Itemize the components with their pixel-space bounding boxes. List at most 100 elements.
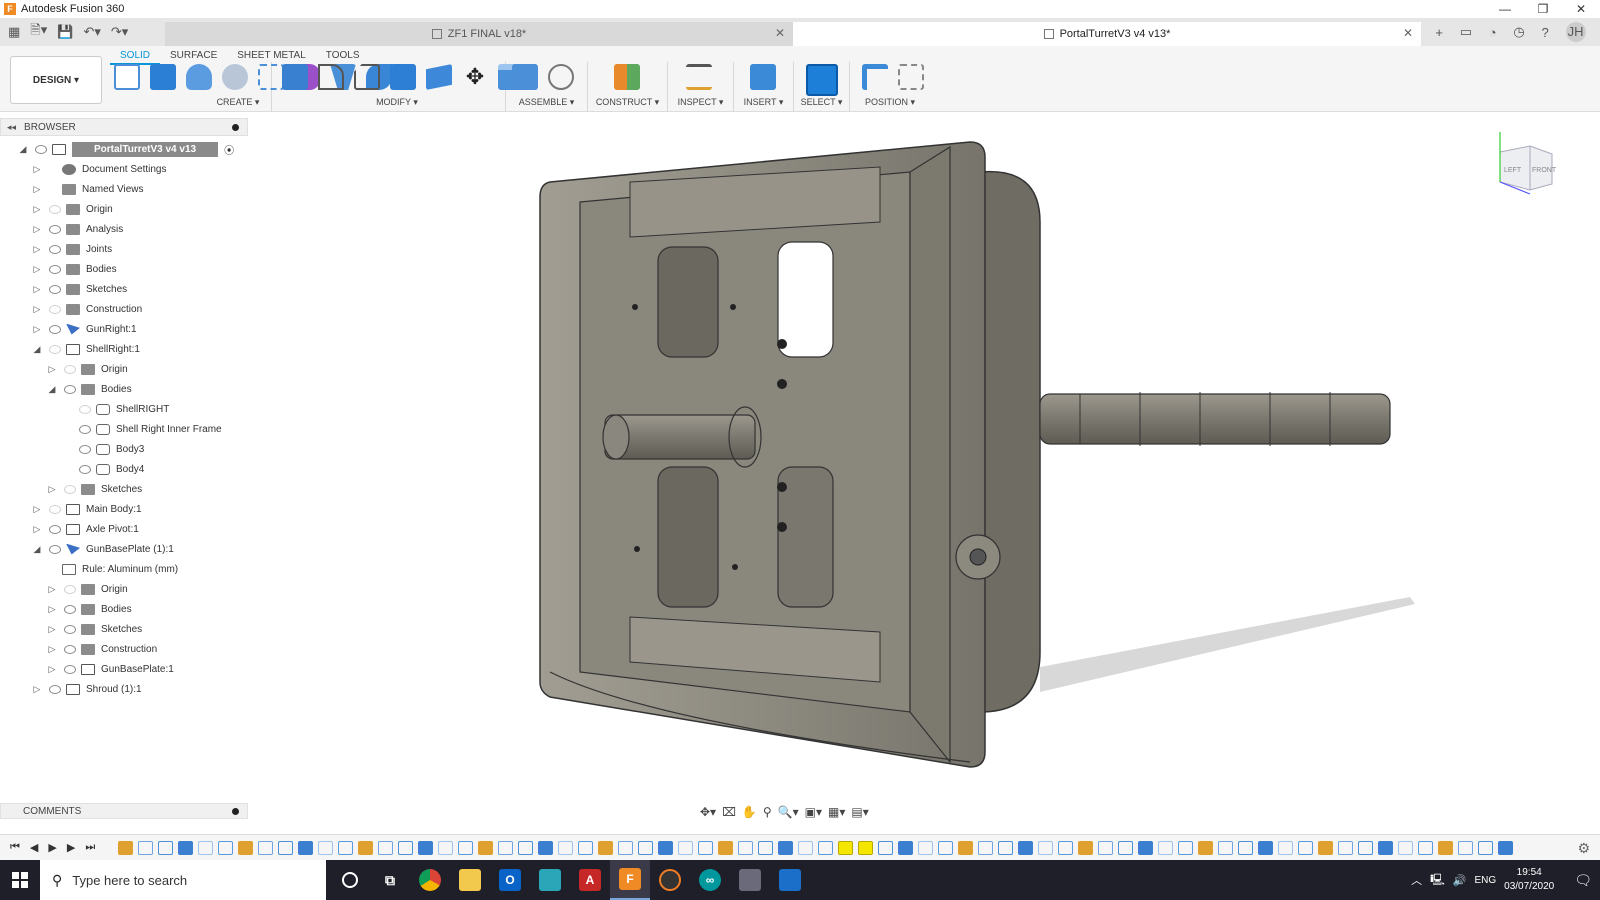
timeline-feature-icon[interactable] (1258, 840, 1273, 855)
visibility-eye-icon[interactable] (48, 284, 62, 294)
visibility-eye-icon[interactable] (63, 484, 77, 494)
tree-item[interactable]: ▷ GunBasePlate:1 (45, 660, 174, 678)
inspect-menu[interactable]: INSPECT ▾ (668, 97, 733, 108)
visibility-eye-icon[interactable] (63, 584, 77, 594)
timeline-feature-icon[interactable] (218, 840, 233, 855)
activate-radio-icon[interactable]: ⦿ (224, 142, 234, 157)
measure-icon[interactable] (686, 64, 712, 90)
timeline-feature-icon[interactable] (778, 840, 793, 855)
timeline-feature-icon[interactable] (298, 840, 313, 855)
tab-close-icon[interactable]: ✕ (775, 26, 785, 40)
file-menu-icon[interactable]: 🗎▾ (30, 21, 47, 43)
tree-item[interactable]: ▷ Bodies (45, 600, 132, 618)
windows-start-icon[interactable] (0, 860, 40, 900)
fillet-icon[interactable] (318, 64, 344, 90)
taskbar-search-box[interactable]: ⚲ Type here to search (40, 860, 326, 900)
collapse-browser-icon[interactable]: ◂◂ (7, 122, 16, 133)
timeline-feature-icon[interactable] (378, 840, 393, 855)
collapsed-triangle-icon[interactable]: ▷ (30, 224, 44, 235)
select-cursor-icon[interactable] (806, 64, 838, 96)
capture-position-icon[interactable] (862, 64, 888, 90)
revolve-icon[interactable] (186, 64, 212, 90)
orbit-icon[interactable]: ✥▾ (700, 805, 716, 819)
visibility-eye-icon[interactable] (63, 624, 77, 634)
tree-item[interactable]: ◢ Bodies (45, 380, 132, 398)
tray-overflow-icon[interactable]: ︿ (1411, 872, 1422, 888)
notifications-icon[interactable]: ▭ (1460, 24, 1472, 40)
visibility-eye-icon[interactable] (48, 504, 62, 514)
collapsed-triangle-icon[interactable]: ▷ (45, 644, 59, 655)
language-indicator[interactable]: ENG (1474, 875, 1496, 886)
go-to-end-icon[interactable]: ⏭ (85, 841, 95, 854)
timeline-feature-icon[interactable] (178, 840, 193, 855)
timeline-feature-icon[interactable] (1118, 840, 1133, 855)
tree-item[interactable]: ▷ Construction (45, 640, 157, 658)
collapsed-triangle-icon[interactable]: ▷ (30, 164, 44, 175)
timeline-feature-icon[interactable] (1198, 840, 1213, 855)
timeline-feature-icon[interactable] (1098, 840, 1113, 855)
tree-item[interactable]: ShellRIGHT (60, 400, 169, 418)
chrome-icon[interactable] (410, 860, 450, 900)
timeline-feature-icon[interactable] (758, 840, 773, 855)
collapsed-triangle-icon[interactable]: ▷ (30, 284, 44, 295)
visibility-eye-icon[interactable] (78, 464, 92, 474)
tab-portal-turret[interactable]: PortalTurretV3 v4 v13* ✕ (793, 22, 1421, 46)
timeline-feature-icon[interactable] (898, 840, 913, 855)
visibility-eye-icon[interactable] (48, 204, 62, 214)
outlook-icon[interactable]: O (490, 860, 530, 900)
timeline-feature-icon[interactable] (1158, 840, 1173, 855)
tree-item[interactable]: ▷ Construction (30, 300, 142, 318)
step-forward-icon[interactable]: ▶ (67, 841, 75, 854)
browser-pin-icon[interactable] (232, 124, 239, 131)
timeline-feature-icon[interactable] (578, 840, 593, 855)
clock-history-icon[interactable]: ◷ (1513, 24, 1524, 40)
timeline-feature-icon[interactable] (1178, 840, 1193, 855)
timeline-feature-icon[interactable] (878, 840, 893, 855)
visibility-eye-icon[interactable] (63, 384, 77, 394)
timeline-feature-icon[interactable] (798, 840, 813, 855)
visibility-eye-icon[interactable] (78, 424, 92, 434)
collapsed-triangle-icon[interactable]: ▷ (30, 304, 44, 315)
extrude-icon[interactable] (150, 64, 176, 90)
close-icon[interactable]: ✕ (1562, 0, 1600, 18)
tree-item[interactable]: ▷ Named Views (30, 180, 144, 198)
look-at-icon[interactable]: ⌧ (722, 805, 736, 819)
timeline-feature-icon[interactable] (1478, 840, 1493, 855)
timeline-feature-icon[interactable] (138, 840, 153, 855)
view-cube[interactable]: LEFT FRONT (1490, 132, 1560, 205)
timeline-feature-icon[interactable] (418, 840, 433, 855)
tree-item[interactable]: ▷ Sketches (45, 620, 142, 638)
tree-item[interactable]: ▷ Joints (30, 240, 112, 258)
timeline-feature-icon[interactable] (858, 840, 873, 855)
user-avatar[interactable]: JH (1565, 22, 1586, 42)
timeline-feature-icon[interactable] (498, 840, 513, 855)
timeline-feature-icon[interactable] (1138, 840, 1153, 855)
timeline-feature-icon[interactable] (278, 840, 293, 855)
tree-item[interactable]: ▷ GunRight:1 (30, 320, 137, 338)
visibility-eye-icon[interactable] (48, 684, 62, 694)
tree-item[interactable]: ▷ Origin (30, 200, 113, 218)
visibility-eye-icon[interactable] (78, 404, 92, 414)
turret-model[interactable] (250, 112, 1600, 810)
modify-menu[interactable]: MODIFY ▾ (282, 97, 512, 108)
timeline-feature-icon[interactable] (618, 840, 633, 855)
taskbar-clock[interactable]: 19:54 03/07/2020 (1504, 866, 1554, 894)
tree-item[interactable]: ▷ Origin (45, 580, 128, 598)
collapsed-triangle-icon[interactable]: ▷ (45, 664, 59, 675)
timeline-feature-icon[interactable] (238, 840, 253, 855)
comments-add-icon[interactable] (232, 808, 239, 815)
pattern-icon[interactable] (258, 64, 284, 90)
autocad-icon[interactable]: A (570, 860, 610, 900)
timeline-feature-icon[interactable] (1438, 840, 1453, 855)
timeline-feature-icon[interactable] (598, 840, 613, 855)
help-icon[interactable]: ? (1542, 25, 1549, 40)
hole-icon[interactable] (222, 64, 248, 90)
expanded-triangle-icon[interactable]: ◢ (45, 384, 59, 395)
collapsed-triangle-icon[interactable]: ▷ (45, 484, 59, 495)
visibility-eye-icon[interactable] (63, 364, 77, 374)
tree-item[interactable]: ◢ ShellRight:1 (30, 340, 140, 358)
collapsed-triangle-icon[interactable]: ▷ (45, 604, 59, 615)
timeline-feature-icon[interactable] (558, 840, 573, 855)
tree-item[interactable]: ▷ Axle Pivot:1 (30, 520, 139, 538)
visibility-eye-icon[interactable] (78, 444, 92, 454)
